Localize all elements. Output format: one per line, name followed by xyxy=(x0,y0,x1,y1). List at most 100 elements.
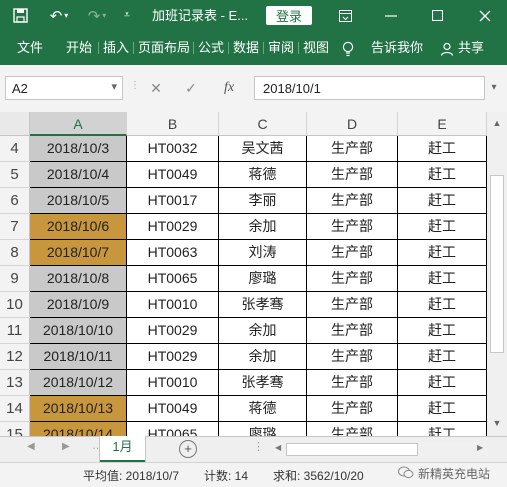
cell-b4[interactable]: HT0032 xyxy=(127,136,219,162)
scroll-up-icon[interactable]: ▲ xyxy=(489,116,505,130)
redo-icon[interactable]: ↷ ▾ xyxy=(82,0,112,31)
horizontal-scroll-thumb[interactable] xyxy=(286,443,418,456)
share-icon[interactable] xyxy=(440,31,454,65)
vertical-scrollbar[interactable]: ▲ ▼ xyxy=(487,112,507,436)
tab-data[interactable]: 数据 xyxy=(233,31,259,65)
cell-b12[interactable]: HT0029 xyxy=(127,344,219,370)
cell-a9[interactable]: 2018/10/8 xyxy=(30,266,127,292)
cell-d13[interactable]: 生产部 xyxy=(307,370,398,396)
cell-c14[interactable]: 蒋德 xyxy=(219,396,307,422)
cell-b7[interactable]: HT0029 xyxy=(127,214,219,240)
column-header-d[interactable]: D xyxy=(307,112,398,136)
column-header-a[interactable]: A xyxy=(30,112,127,136)
row-header-11[interactable]: 11 xyxy=(0,318,30,344)
tab-home[interactable]: 开始 xyxy=(66,31,92,65)
minimize-icon[interactable] xyxy=(382,0,400,31)
cell-e4[interactable]: 赶工 xyxy=(398,136,487,162)
column-header-e[interactable]: E xyxy=(398,112,487,136)
scroll-left-icon[interactable]: ◀ xyxy=(275,443,281,452)
cell-e7[interactable]: 赶工 xyxy=(398,214,487,240)
cell-a15[interactable]: 2018/10/14 xyxy=(30,422,127,436)
cell-e11[interactable]: 赶工 xyxy=(398,318,487,344)
cell-c6[interactable]: 李丽 xyxy=(219,188,307,214)
row-header-12[interactable]: 12 xyxy=(0,344,30,370)
cell-a12[interactable]: 2018/10/11 xyxy=(30,344,127,370)
cell-b9[interactable]: HT0065 xyxy=(127,266,219,292)
enter-icon[interactable]: ✓ xyxy=(180,76,202,100)
row-header-4[interactable]: 4 xyxy=(0,136,30,162)
cell-d15[interactable]: 生产部 xyxy=(307,422,398,436)
cell-c5[interactable]: 蒋德 xyxy=(219,162,307,188)
cell-c11[interactable]: 余加 xyxy=(219,318,307,344)
cell-b14[interactable]: HT0049 xyxy=(127,396,219,422)
expand-formula-bar-icon[interactable]: ▾ xyxy=(486,76,502,100)
cell-a10[interactable]: 2018/10/9 xyxy=(30,292,127,318)
scroll-right-icon[interactable]: ▶ xyxy=(477,443,483,452)
cell-e13[interactable]: 赶工 xyxy=(398,370,487,396)
insert-function-icon[interactable]: fx xyxy=(217,76,241,100)
row-header-6[interactable]: 6 xyxy=(0,188,30,214)
cell-e6[interactable]: 赶工 xyxy=(398,188,487,214)
cell-e5[interactable]: 赶工 xyxy=(398,162,487,188)
formula-input[interactable]: 2018/10/1 xyxy=(254,76,485,100)
row-header-8[interactable]: 8 xyxy=(0,240,30,266)
cancel-icon[interactable]: ✕ xyxy=(145,76,167,100)
cell-e12[interactable]: 赶工 xyxy=(398,344,487,370)
row-header-5[interactable]: 5 xyxy=(0,162,30,188)
sheet-prev-icon[interactable]: ◀ xyxy=(27,441,35,452)
cell-c13[interactable]: 张孝骞 xyxy=(219,370,307,396)
cell-b15[interactable]: HT0065 xyxy=(127,422,219,436)
scroll-down-icon[interactable]: ▼ xyxy=(489,416,505,430)
add-sheet-icon[interactable]: + xyxy=(179,440,197,458)
chevron-down-icon[interactable]: ▾ xyxy=(111,80,117,93)
tab-page-layout[interactable]: 页面布局 xyxy=(138,31,190,65)
cell-b10[interactable]: HT0010 xyxy=(127,292,219,318)
share-button[interactable]: 共享 xyxy=(458,31,484,65)
cell-e9[interactable]: 赶工 xyxy=(398,266,487,292)
cell-e14[interactable]: 赶工 xyxy=(398,396,487,422)
tab-insert[interactable]: 插入 xyxy=(103,31,129,65)
ribbon-display-icon[interactable] xyxy=(336,0,354,31)
row-header-13[interactable]: 13 xyxy=(0,370,30,396)
vertical-scroll-thumb[interactable] xyxy=(490,175,504,353)
tab-review[interactable]: 审阅 xyxy=(268,31,294,65)
cell-c7[interactable]: 余加 xyxy=(219,214,307,240)
cell-a11[interactable]: 2018/10/10 xyxy=(30,318,127,344)
sheet-tab-1月[interactable]: 1月 xyxy=(100,436,145,462)
cell-d9[interactable]: 生产部 xyxy=(307,266,398,292)
column-header-c[interactable]: C xyxy=(219,112,307,136)
cell-d14[interactable]: 生产部 xyxy=(307,396,398,422)
row-header-7[interactable]: 7 xyxy=(0,214,30,240)
row-header-9[interactable]: 9 xyxy=(0,266,30,292)
cell-d6[interactable]: 生产部 xyxy=(307,188,398,214)
tab-file[interactable]: 文件 xyxy=(17,31,43,65)
horizontal-scrollbar[interactable]: ◀ ▶ xyxy=(274,442,488,456)
cell-e8[interactable]: 赶工 xyxy=(398,240,487,266)
cell-d10[interactable]: 生产部 xyxy=(307,292,398,318)
cell-c15[interactable]: 廖璐 xyxy=(219,422,307,436)
cell-b13[interactable]: HT0010 xyxy=(127,370,219,396)
cell-b5[interactable]: HT0049 xyxy=(127,162,219,188)
cell-a7[interactable]: 2018/10/6 xyxy=(30,214,127,240)
cell-a8[interactable]: 2018/10/7 xyxy=(30,240,127,266)
cell-b8[interactable]: HT0063 xyxy=(127,240,219,266)
sheet-next-icon[interactable]: ▶ xyxy=(62,441,70,452)
column-header-b[interactable]: B xyxy=(127,112,219,136)
row-header-14[interactable]: 14 xyxy=(0,396,30,422)
undo-icon[interactable]: ↶ ▾ xyxy=(44,0,74,31)
cell-a6[interactable]: 2018/10/5 xyxy=(30,188,127,214)
save-icon[interactable] xyxy=(8,0,32,31)
row-header-10[interactable]: 10 xyxy=(0,292,30,318)
lightbulb-icon[interactable] xyxy=(342,31,354,65)
cell-d8[interactable]: 生产部 xyxy=(307,240,398,266)
cell-d5[interactable]: 生产部 xyxy=(307,162,398,188)
cell-d4[interactable]: 生产部 xyxy=(307,136,398,162)
cell-d7[interactable]: 生产部 xyxy=(307,214,398,240)
cell-b11[interactable]: HT0029 xyxy=(127,318,219,344)
cell-d11[interactable]: 生产部 xyxy=(307,318,398,344)
cell-c10[interactable]: 张孝骞 xyxy=(219,292,307,318)
cell-a13[interactable]: 2018/10/12 xyxy=(30,370,127,396)
tell-me-search[interactable]: 告诉我你 xyxy=(371,31,423,65)
name-box[interactable]: A2 ▾ xyxy=(5,76,123,100)
cell-a4[interactable]: 2018/10/3 xyxy=(30,136,127,162)
